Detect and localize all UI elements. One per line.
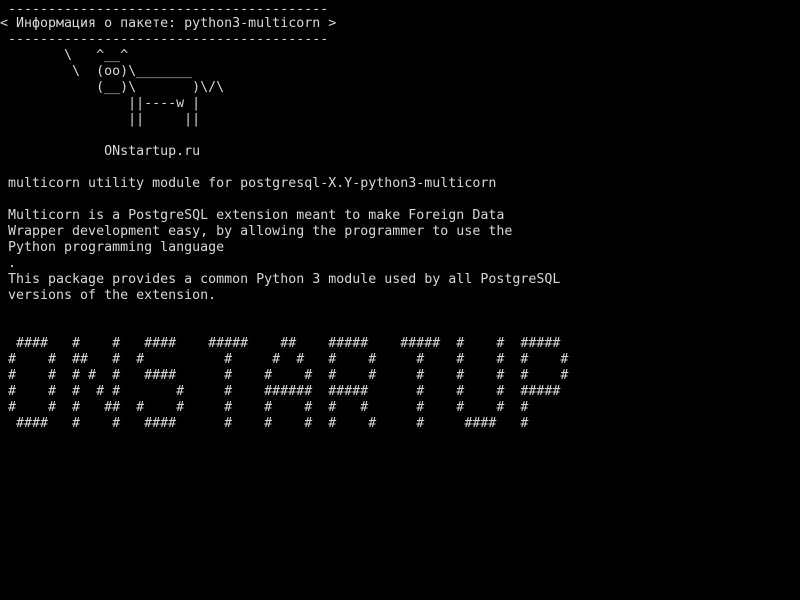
description-line: This package provides a common Python 3 … (0, 272, 561, 287)
cow-art-line: \ (oo)\_______ (0, 64, 193, 79)
banner-line: # # # # # #### # # # # # # # # # # (0, 368, 569, 383)
banner-line: # # # ## # # # # # # # # # # # (0, 400, 529, 415)
banner-line: # # ## # # # # # # # # # # # # (0, 352, 569, 367)
bubble-bottom-border: ---------------------------------------- (0, 32, 329, 47)
banner-line: #### # # #### ##### ## ##### ##### # # #… (0, 336, 561, 351)
description-line: Multicorn is a PostgreSQL extension mean… (0, 208, 505, 223)
description-line: Python programming language (0, 240, 225, 255)
terminal-screen[interactable]: ----------------------------------------… (0, 0, 800, 600)
cow-art-line: (__)\ )\/\ (0, 80, 225, 95)
cow-art-line: || || (0, 112, 201, 127)
cow-art-line: \ ^__^ (0, 48, 129, 63)
package-summary: multicorn utility module for postgresql-… (0, 176, 497, 191)
description-line: . (0, 256, 17, 271)
bubble-title: < Информация о пакете: python3-multicorn… (0, 16, 337, 31)
site-name: ONstartup.ru (0, 144, 201, 159)
banner-line: #### # # #### # # # # # # #### # (0, 416, 529, 431)
banner-line: # # # # # # # ###### ##### # # # ##### (0, 384, 561, 399)
cow-art-line: ||----w | (0, 96, 201, 111)
description-line: Wrapper development easy, by allowing th… (0, 224, 513, 239)
description-line: versions of the extension. (0, 288, 217, 303)
